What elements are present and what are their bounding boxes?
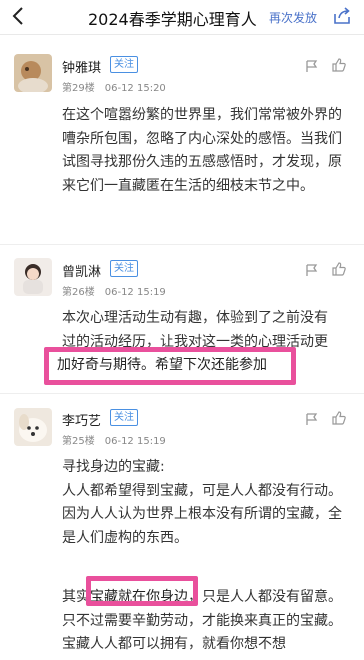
- highlight-box: 加好奇与期待。希望下次还能参加: [44, 347, 296, 385]
- commenter-name: 李巧艺: [62, 414, 102, 429]
- floor-number: 第29楼: [62, 83, 95, 94]
- follow-button[interactable]: 关注: [110, 260, 138, 277]
- comment-date: 06-12 15:19: [104, 287, 166, 298]
- comment-date: 06-12 15:20: [104, 83, 166, 94]
- thumbs-up-icon[interactable]: [331, 57, 347, 73]
- follow-button[interactable]: 关注: [110, 409, 138, 426]
- comment-text: 在这个喧嚣纷繁的世界里，我们常常被外界的嘈杂所包围，忽略了内心深处的感悟。当我们…: [62, 107, 342, 194]
- top-bar: 2024春季学期心理育人 再次发放: [0, 0, 364, 34]
- comment-meta: 第25楼 06-12 15:19: [62, 432, 166, 447]
- comment-text-paragraph: 寻找身边的宝藏: 人人都希望得到宝藏，可是人人都没有行动。因为人人认为世界上根本…: [62, 456, 350, 550]
- back-arrow-icon[interactable]: [8, 4, 30, 28]
- avatar[interactable]: [14, 54, 52, 92]
- highlight-box: [86, 576, 198, 606]
- comment-text-line: 本次心理活动生动有趣，体验到了之前没有: [62, 310, 328, 326]
- resend-button[interactable]: 再次发放: [269, 9, 317, 26]
- avatar[interactable]: [14, 258, 52, 296]
- comment-date: 06-12 15:19: [104, 436, 166, 447]
- floor-number: 第26楼: [62, 287, 95, 298]
- thumbs-up-icon[interactable]: [331, 410, 347, 426]
- header-divider: [0, 34, 364, 35]
- follow-button[interactable]: 关注: [110, 56, 138, 73]
- avatar[interactable]: [14, 408, 52, 446]
- share-icon[interactable]: [332, 6, 352, 26]
- paragraph: 人人都希望得到宝藏，可是人人都没有行动。因为人人认为世界上根本没有所谓的宝藏，全…: [62, 482, 342, 546]
- comment-meta: 第26楼 06-12 15:19: [62, 283, 166, 298]
- paragraph: 寻找身边的宝藏:: [62, 459, 165, 475]
- commenter-name: 曾凯淋: [62, 265, 102, 280]
- highlighted-text: 加好奇与期待。希望下次还能参加: [57, 357, 267, 373]
- floor-number: 第25楼: [62, 436, 95, 447]
- flag-icon[interactable]: [304, 262, 320, 278]
- page-title: 2024春季学期心理育人: [88, 10, 257, 29]
- comment-divider: [0, 244, 364, 245]
- comment-divider: [0, 393, 364, 394]
- commenter-name: 钟雅琪: [62, 61, 102, 76]
- comment-meta: 第29楼 06-12 15:20: [62, 79, 166, 94]
- thumbs-up-icon[interactable]: [331, 261, 347, 277]
- flag-icon[interactable]: [304, 411, 320, 427]
- flag-icon[interactable]: [304, 58, 320, 74]
